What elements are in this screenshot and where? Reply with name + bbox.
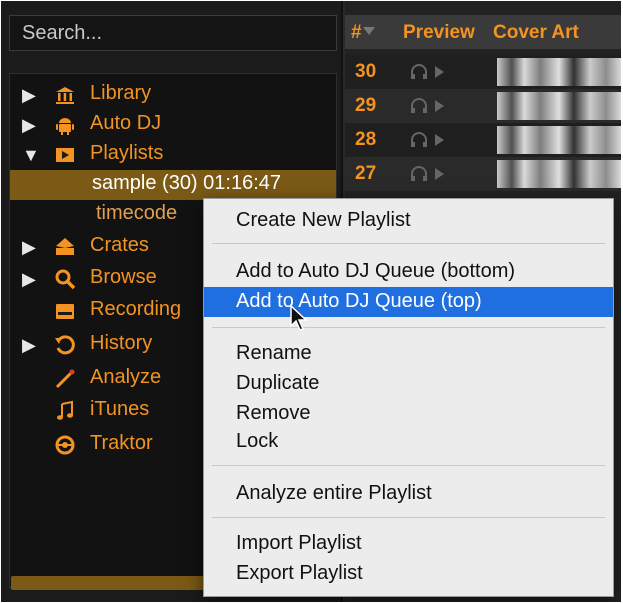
sidebar-item-label: Recording [90, 298, 182, 320]
sidebar-item-playlists[interactable]: ▼ Playlists [10, 140, 336, 170]
menu-item-label: Analyze entire Playlist [236, 482, 432, 504]
android-icon [54, 114, 76, 136]
menu-separator [212, 243, 605, 244]
recording-icon [54, 300, 76, 322]
mouse-cursor-icon [289, 304, 311, 332]
cover-art-image [497, 160, 621, 188]
cover-art-image [497, 126, 621, 154]
headphones-icon[interactable] [409, 98, 429, 114]
sidebar-item-label: Browse [90, 266, 157, 288]
menu-item-export-playlist[interactable]: Export Playlist [204, 559, 613, 589]
playlist-icon [54, 144, 76, 166]
search-placeholder: Search... [22, 22, 103, 44]
search-icon [54, 268, 76, 290]
playlist-item-label: timecode [96, 202, 178, 224]
track-number: 29 [355, 95, 377, 116]
menu-item-label: Import Playlist [236, 532, 362, 554]
play-icon[interactable] [435, 66, 444, 78]
menu-item-add-autodj-bottom[interactable]: Add to Auto DJ Queue (bottom) [204, 257, 613, 287]
menu-item-label: Create New Playlist [236, 209, 411, 231]
menu-item-label: Export Playlist [236, 562, 363, 584]
table-header: # Preview Cover Art [345, 15, 621, 49]
play-icon[interactable] [435, 168, 444, 180]
menu-item-analyze-playlist[interactable]: Analyze entire Playlist [204, 479, 613, 509]
menu-item-remove[interactable]: Remove [204, 399, 613, 429]
expand-arrow-icon[interactable]: ▶ [22, 237, 40, 257]
menu-item-lock[interactable]: Lock [204, 427, 613, 457]
menu-separator [212, 517, 605, 518]
sidebar-item-label: Auto DJ [90, 112, 162, 134]
menu-separator [212, 465, 605, 466]
play-icon[interactable] [435, 134, 444, 146]
crate-icon [54, 236, 76, 258]
collapse-arrow-icon[interactable]: ▼ [22, 145, 40, 165]
expand-arrow-icon[interactable]: ▶ [22, 335, 40, 355]
play-icon[interactable] [435, 100, 444, 112]
menu-item-label: Add to Auto DJ Queue (top) [236, 290, 482, 312]
menu-item-import-playlist[interactable]: Import Playlist [204, 529, 613, 559]
expand-arrow-icon[interactable]: ▶ [22, 115, 40, 135]
history-icon [54, 334, 76, 356]
library-icon [54, 84, 76, 106]
menu-item-label: Duplicate [236, 372, 320, 394]
itunes-icon [54, 400, 76, 422]
sidebar-item-label: Analyze [90, 366, 162, 388]
menu-item-add-autodj-top[interactable]: Add to Auto DJ Queue (top) [204, 287, 613, 317]
playlist-item-label: sample (30) 01:16:47 [92, 172, 282, 194]
table-row[interactable]: 27 [345, 157, 621, 191]
menu-item-label: Rename [236, 342, 312, 364]
headphones-icon[interactable] [409, 166, 429, 182]
table-row[interactable]: 30 [345, 55, 621, 89]
menu-item-create-new-playlist[interactable]: Create New Playlist [204, 206, 613, 236]
sort-arrow-icon [363, 27, 375, 35]
track-number: 28 [355, 129, 377, 150]
track-number: 30 [355, 61, 377, 82]
sidebar-item-label: Traktor [90, 432, 153, 454]
table-row[interactable]: 28 [345, 123, 621, 157]
sidebar-item-autodj[interactable]: ▶ Auto DJ [10, 110, 336, 140]
playlist-item-sample[interactable]: sample (30) 01:16:47 [10, 170, 336, 200]
expand-arrow-icon[interactable]: ▶ [22, 85, 40, 105]
cover-art-image [497, 92, 621, 120]
sidebar-item-label: Library [90, 82, 152, 104]
menu-item-rename[interactable]: Rename [204, 339, 613, 369]
column-header-preview[interactable]: Preview [403, 22, 475, 44]
sidebar-item-label: Playlists [90, 142, 164, 164]
sidebar-item-library[interactable]: ▶ Library [10, 80, 336, 110]
menu-item-label: Add to Auto DJ Queue (bottom) [236, 260, 516, 282]
cover-art-image [497, 58, 621, 86]
sidebar-item-label: Crates [90, 234, 149, 256]
sidebar-item-label: iTunes [90, 398, 150, 420]
menu-item-label: Lock [236, 430, 279, 452]
table-row[interactable]: 29 [345, 89, 621, 123]
menu-item-label: Remove [236, 402, 311, 424]
expand-arrow-icon[interactable]: ▶ [22, 269, 40, 289]
menu-item-duplicate[interactable]: Duplicate [204, 369, 613, 399]
mixxx-library-window: Search... ▶ Library ▶ Auto DJ ▼ Playlist… [1, 1, 621, 602]
menu-separator [212, 327, 605, 328]
analyze-icon [54, 368, 76, 390]
sidebar-item-label: History [90, 332, 153, 354]
traktor-icon [54, 434, 76, 456]
headphones-icon[interactable] [409, 64, 429, 80]
headphones-icon[interactable] [409, 132, 429, 148]
track-number: 27 [355, 163, 377, 184]
playlist-context-menu: Create New Playlist Add to Auto DJ Queue… [203, 198, 614, 597]
column-header-number[interactable]: # [351, 22, 362, 44]
column-header-cover-art[interactable]: Cover Art [493, 22, 579, 44]
search-input[interactable]: Search... [9, 15, 337, 51]
